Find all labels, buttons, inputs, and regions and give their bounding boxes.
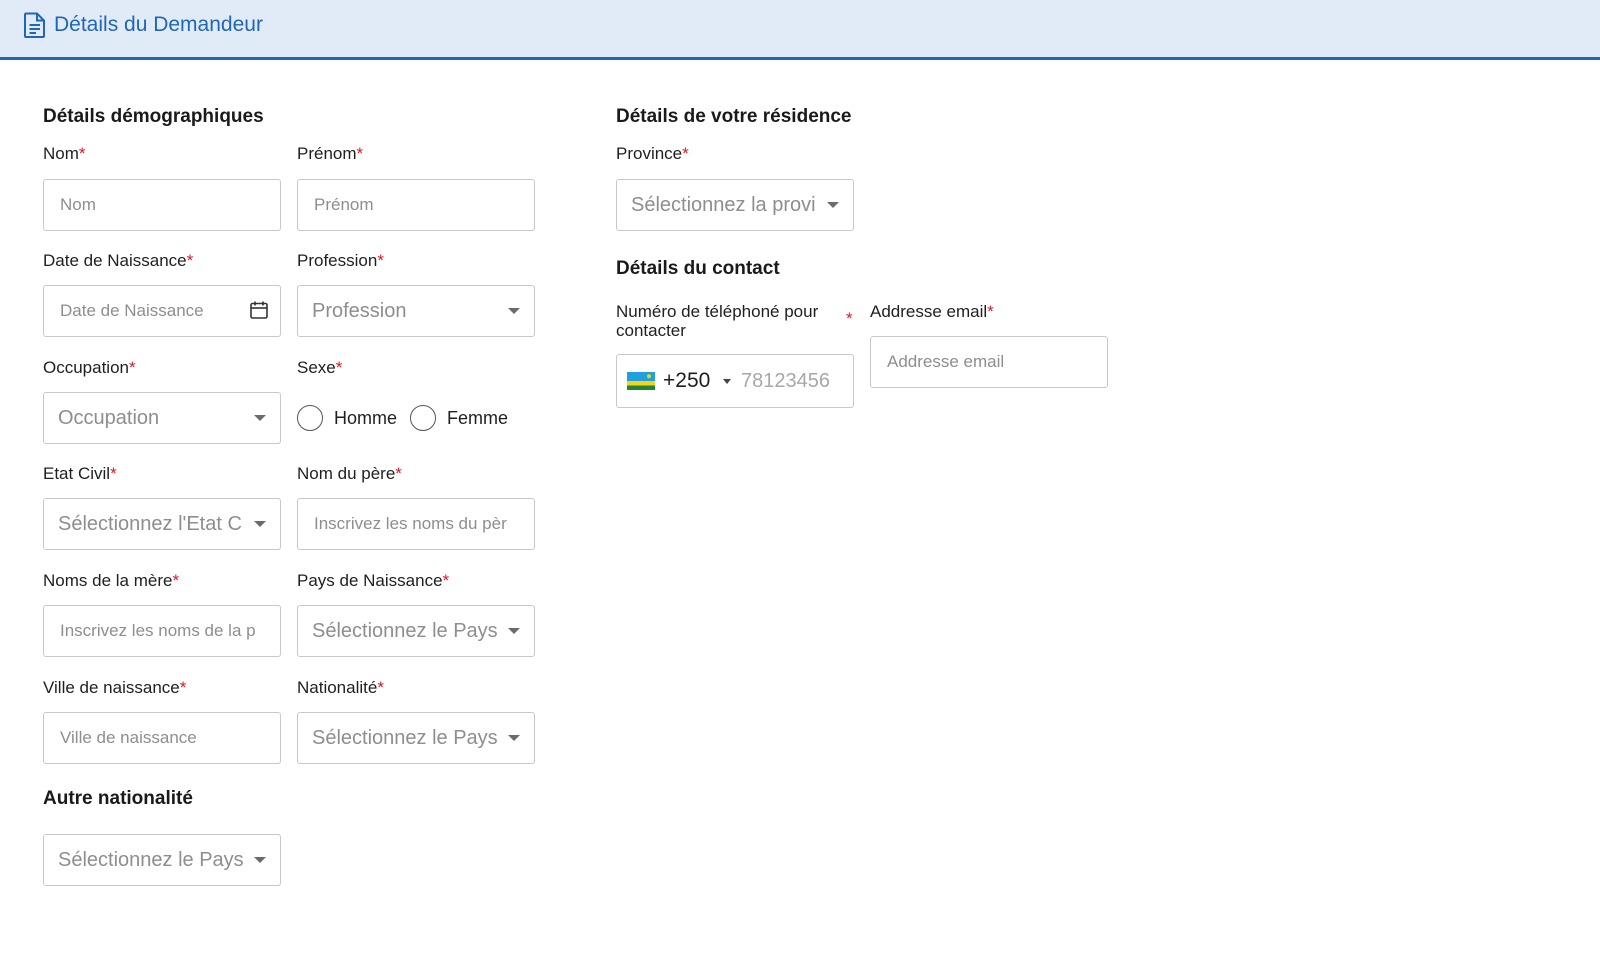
calendar-icon[interactable] [249,300,269,320]
ville-naissance-input[interactable] [43,712,281,764]
radio-femme-label[interactable]: Femme [447,408,508,429]
required-mark: * [129,358,136,377]
occupation-label: Occupation* [43,358,136,377]
prenom-input[interactable] [297,179,535,231]
nom-label: Nom* [43,144,86,163]
pays-naissance-select[interactable]: Sélectionnez le Pays [297,605,535,657]
section-title-autre-nationalite: Autre nationalité [43,788,193,809]
page-header: Détails du Demandeur [0,0,1600,60]
chevron-down-icon [254,857,266,863]
page-title: Détails du Demandeur [54,13,263,36]
etat-civil-select[interactable]: Sélectionnez l'Etat C [43,498,281,550]
etat-civil-label: Etat Civil* [43,464,117,483]
required-mark: * [377,678,384,697]
required-mark: * [377,251,384,270]
radio-femme[interactable] [410,405,436,431]
profession-select[interactable]: Profession [297,285,535,337]
nom-pere-input[interactable] [297,498,535,550]
nationalite-select-value: Sélectionnez le Pays [312,727,498,749]
sexe-label: Sexe* [297,358,343,377]
phone-input[interactable] [741,365,849,397]
noms-mere-input[interactable] [43,605,281,657]
province-select[interactable]: Sélectionnez la provi [616,179,854,231]
nom-pere-label: Nom du père* [297,464,402,483]
required-mark: * [179,678,187,697]
required-mark: * [442,571,450,590]
phone-label: Numéro de téléphoné pour contacter [616,302,819,340]
chevron-down-icon [827,202,839,208]
chevron-down-icon[interactable] [723,379,731,384]
date-naissance-label: Date de Naissance* [43,251,194,270]
occupation-select[interactable]: Occupation [43,392,281,444]
section-title-contact: Détails du contact [616,258,780,279]
rwanda-flag-icon[interactable] [627,372,655,390]
occupation-select-value: Occupation [58,407,160,429]
section-title-demographics: Détails démographiques [43,106,264,127]
document-icon [24,12,45,38]
required-mark: * [335,358,343,377]
province-label: Province* [616,144,689,163]
noms-mere-label: Noms de la mère* [43,571,180,590]
etat-civil-select-value: Sélectionnez l'Etat C [58,513,242,535]
email-input[interactable] [870,336,1108,388]
country-dial-code[interactable]: +250 [663,369,710,393]
pays-naissance-select-value: Sélectionnez le Pays [312,620,498,642]
date-naissance-field[interactable] [43,285,281,337]
chevron-down-icon [508,735,520,741]
chevron-down-icon [254,415,266,421]
required-mark: * [78,144,86,163]
province-select-value: Sélectionnez la provi [631,194,816,216]
ville-naissance-label: Ville de naissance* [43,678,187,697]
prenom-label: Prénom* [297,144,364,163]
date-naissance-input[interactable] [43,285,281,337]
profession-label: Profession* [297,251,384,270]
email-label: Addresse email* [870,302,994,321]
required-mark: * [846,309,853,328]
nom-input[interactable] [43,179,281,231]
chevron-down-icon [508,308,520,314]
required-mark: * [356,144,364,163]
profession-select-value: Profession [312,300,407,322]
required-mark: * [987,302,994,321]
required-mark: * [110,464,117,483]
phone-field[interactable]: +250 [616,354,854,408]
radio-homme[interactable] [297,405,323,431]
radio-homme-label[interactable]: Homme [334,408,397,429]
chevron-down-icon [254,521,266,527]
autre-nationalite-select-value: Sélectionnez le Pays [58,849,244,871]
nationalite-select[interactable]: Sélectionnez le Pays [297,712,535,764]
required-mark: * [395,464,402,483]
section-title-residence: Détails de votre résidence [616,106,852,127]
required-mark: * [682,144,689,163]
chevron-down-icon [508,628,520,634]
required-mark: * [186,251,194,270]
autre-nationalite-select[interactable]: Sélectionnez le Pays [43,834,281,886]
pays-naissance-label: Pays de Naissance* [297,571,450,590]
required-mark: * [172,571,180,590]
nationalite-label: Nationalité* [297,678,384,697]
sexe-radio-group: Homme Femme [297,405,527,433]
